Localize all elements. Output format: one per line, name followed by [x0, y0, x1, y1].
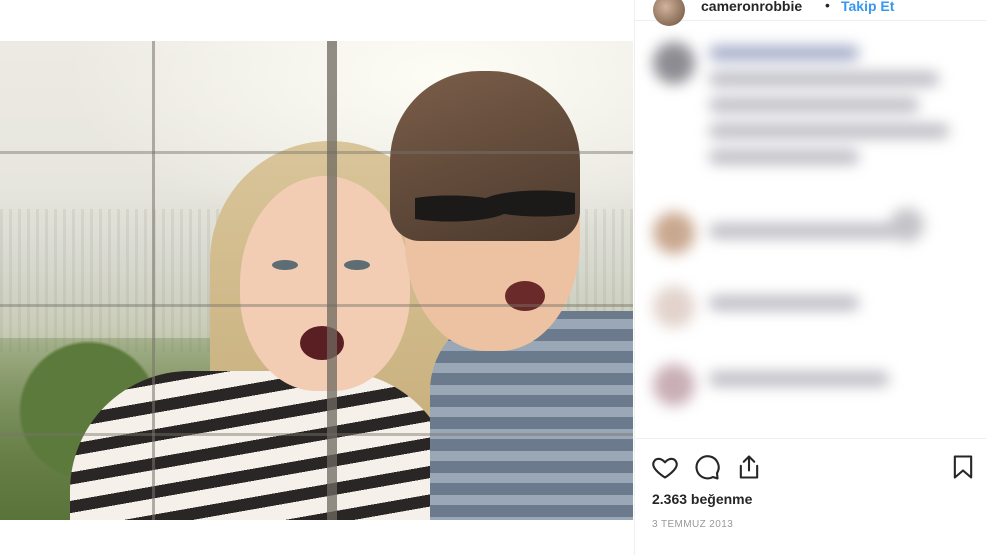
likes-count[interactable]: 2.363 beğenme [652, 491, 752, 507]
comment-icon[interactable] [693, 453, 721, 481]
share-icon[interactable] [735, 453, 763, 481]
post-header: cameronrobbie • Takip Et [635, 0, 986, 26]
heart-icon[interactable] [651, 453, 679, 481]
comments-list [635, 28, 986, 438]
post-sidebar: cameronrobbie • Takip Et 2.363 beğenme 3… [634, 0, 986, 555]
comment-avatar [653, 286, 695, 328]
comment-avatar [890, 208, 924, 242]
post-photo[interactable] [0, 41, 633, 520]
comment-line [709, 124, 949, 138]
comment-line [709, 296, 859, 310]
comment-line [709, 372, 889, 386]
bookmark-icon[interactable] [949, 453, 977, 481]
post-date: 3 TEMMUZ 2013 [652, 519, 734, 530]
username-link[interactable]: cameronrobbie [701, 0, 802, 14]
comment-avatar [653, 212, 695, 254]
separator-dot: • [825, 0, 830, 13]
comment-line [709, 224, 909, 238]
comment-line [709, 46, 859, 60]
post-actions: 2.363 beğenme 3 TEMMUZ 2013 [635, 438, 986, 556]
comment-line [709, 150, 859, 164]
avatar[interactable] [653, 0, 685, 26]
comment-avatar [653, 42, 695, 84]
follow-button[interactable]: Takip Et [841, 0, 894, 14]
comment-line [709, 98, 919, 112]
comment-avatar [653, 364, 695, 406]
observation-grid [0, 41, 633, 520]
post-media-area [0, 0, 633, 555]
comment-line [709, 72, 939, 86]
